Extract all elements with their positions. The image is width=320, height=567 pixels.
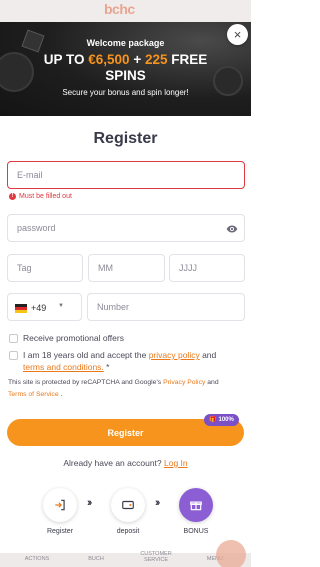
chevron-right-icon: ›› (87, 497, 93, 509)
bonus-badge: 🎁 100% (204, 414, 239, 426)
banner-headline: UP TO €6,500 + 225 FREE (43, 52, 208, 67)
gift-icon: 🎁 (209, 417, 217, 423)
nav-item-buch[interactable]: BUCH (71, 556, 121, 562)
country-code-select[interactable]: +49 ▼ (7, 293, 82, 321)
password-field[interactable] (8, 215, 244, 241)
wallet-icon (122, 500, 134, 510)
banner-subtitle: Secure your bonus and spin longer! (62, 88, 189, 97)
close-icon: × (233, 27, 242, 42)
banner-spins: 225 (144, 52, 168, 67)
bottom-navigation: ACTIONS BUCH CUSTOMER SERVICE MENU (0, 551, 251, 567)
eye-icon[interactable] (226, 223, 238, 235)
step-label-deposit: deposit (116, 528, 140, 535)
password-field-container (7, 214, 245, 242)
close-button[interactable]: × (227, 24, 248, 45)
germany-flag-icon (15, 304, 27, 313)
phone-field[interactable] (88, 294, 244, 320)
nav-item-actions[interactable]: ACTIONS (12, 556, 62, 562)
terms-checkbox[interactable] (9, 351, 18, 360)
email-field-container (7, 161, 245, 189)
step-label-register: Register (46, 528, 74, 535)
banner-headline-line2: SPINS (105, 68, 146, 83)
phone-field-container (87, 293, 245, 321)
year-field[interactable] (170, 255, 244, 281)
step-label-bonus: BONUS (183, 528, 209, 535)
month-field[interactable] (89, 255, 164, 281)
terms-label: I am 18 years old and accept the privacy… (23, 350, 217, 372)
promo-checkbox[interactable] (9, 334, 18, 343)
gift-icon (190, 501, 202, 511)
day-field[interactable] (8, 255, 82, 281)
promo-label: Receive promotional offers (23, 333, 124, 343)
year-field-container (169, 254, 245, 282)
page-title: Register (93, 130, 158, 147)
privacy-policy-link[interactable]: privacy policy (149, 350, 200, 360)
login-prompt: Already have an account? Log In (63, 458, 188, 468)
chevron-right-icon: ›› (155, 497, 161, 509)
welcome-banner: Welcome package UP TO €6,500 + 225 FREE … (0, 22, 251, 116)
nav-item-customer-service[interactable]: CUSTOMER SERVICE (131, 551, 181, 563)
background-header: bchc (0, 0, 251, 22)
phone-prefix: +49 (31, 303, 47, 313)
email-error: ! Must be filled out (9, 193, 72, 200)
step-register (43, 488, 77, 522)
login-link[interactable]: Log In (164, 458, 188, 468)
month-field-container (88, 254, 165, 282)
brand-logo: bchc (104, 1, 135, 17)
recaptcha-notice: This site is protected by reCAPTCHA and … (8, 379, 219, 398)
chevron-down-icon: ▼ (58, 303, 64, 309)
chat-fab[interactable] (216, 540, 246, 567)
banner-welcome-text: Welcome package (86, 38, 165, 48)
google-privacy-link[interactable]: Privacy Policy (163, 379, 205, 386)
terms-conditions-link[interactable]: terms and conditions. (23, 362, 104, 372)
email-field[interactable] (8, 162, 244, 188)
step-deposit (111, 488, 145, 522)
error-icon: ! (9, 193, 16, 200)
google-terms-link[interactable]: Terms of Service (8, 391, 59, 398)
login-icon (55, 499, 65, 511)
step-bonus (179, 488, 213, 522)
banner-amount: €6,500 (88, 52, 130, 67)
day-field-container (7, 254, 83, 282)
